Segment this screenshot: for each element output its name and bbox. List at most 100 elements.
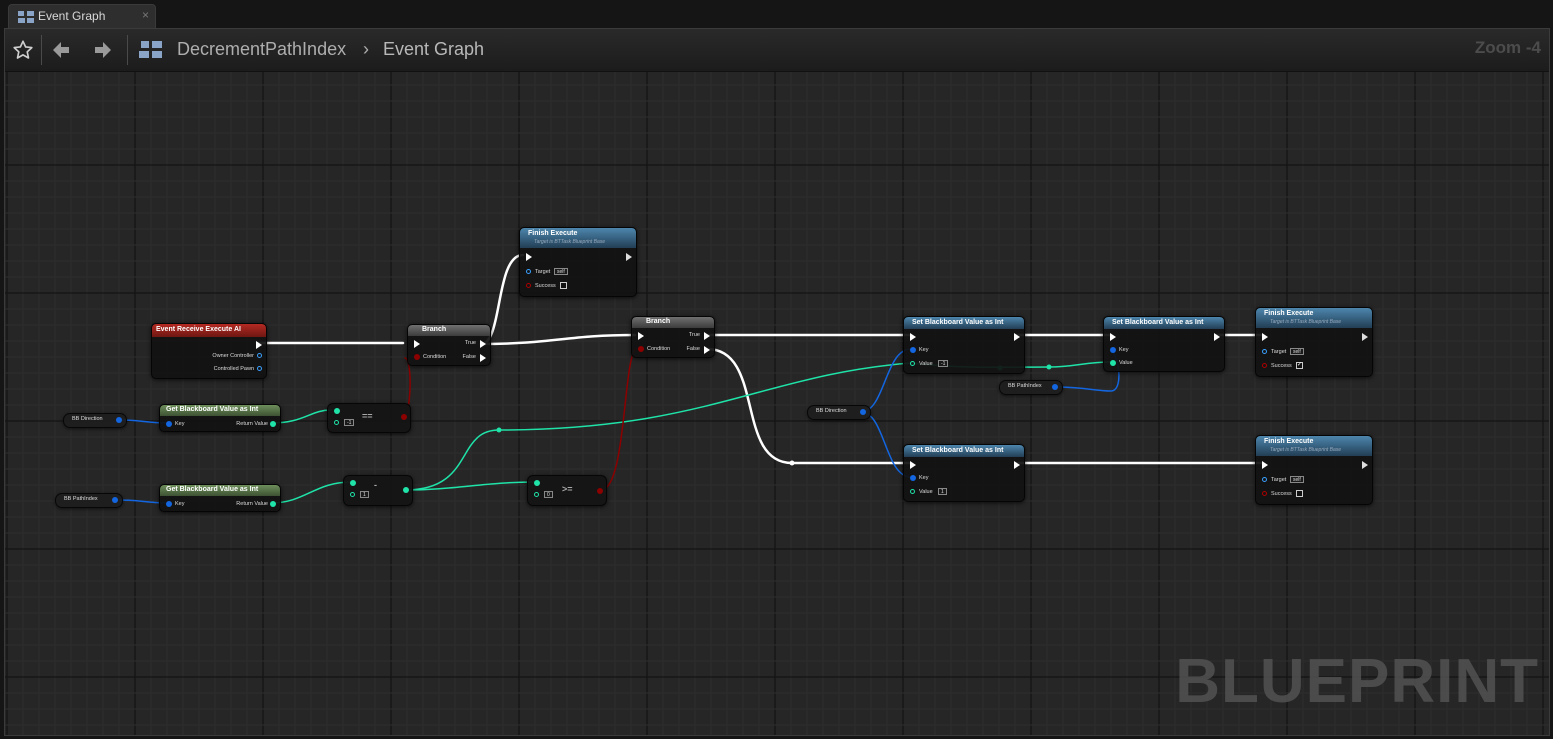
exec-in-pin[interactable]	[1262, 333, 1268, 341]
success-checkbox[interactable]	[1296, 490, 1303, 497]
favorite-star-icon[interactable]	[9, 36, 37, 64]
exec-out-pin[interactable]	[626, 253, 632, 261]
target-pin[interactable]	[526, 269, 531, 274]
condition-pin[interactable]	[638, 346, 644, 352]
b-pin[interactable]	[350, 492, 355, 497]
success-checkbox[interactable]: ✓	[1296, 362, 1303, 369]
b-pin[interactable]	[534, 492, 539, 497]
success-pin[interactable]	[1262, 491, 1267, 496]
graph-panel[interactable]: Event Receive Execute AI Owner Controlle…	[4, 28, 1550, 736]
target-value-box[interactable]: self	[1290, 348, 1304, 355]
node-title: Get Blackboard Value as Int	[166, 406, 259, 413]
pin-label: True	[688, 332, 700, 338]
equal-int-node[interactable]: -1 ==	[327, 403, 411, 433]
exec-out-pin[interactable]	[1362, 333, 1368, 341]
key-pin[interactable]	[910, 347, 916, 353]
target-pin[interactable]	[1262, 349, 1267, 354]
key-pin[interactable]	[166, 421, 172, 427]
finish-execute-node[interactable]: Finish Execute Target is BTTask Blueprin…	[1255, 307, 1373, 377]
exec-out-pin[interactable]	[256, 341, 262, 349]
success-checkbox[interactable]	[560, 282, 567, 289]
false-exec-pin[interactable]	[704, 346, 710, 354]
exec-out-pin[interactable]	[1362, 461, 1368, 469]
variable-out-pin[interactable]	[1052, 384, 1058, 390]
set-blackboard-value-as-int-node[interactable]: Set Blackboard Value as Int Key Value	[1103, 316, 1225, 372]
exec-in-pin[interactable]	[1110, 333, 1116, 341]
branch-node[interactable]: Branch Condition True False	[407, 324, 491, 366]
finish-execute-node[interactable]: Finish Execute Target is BTTask Blueprin…	[519, 227, 637, 297]
exec-in-pin[interactable]	[638, 332, 644, 340]
b-pin[interactable]	[334, 420, 339, 425]
value-pin[interactable]	[910, 361, 915, 366]
exec-in-pin[interactable]	[910, 461, 916, 469]
exec-out-pin[interactable]	[1014, 333, 1020, 341]
pin-label: Condition	[423, 354, 447, 360]
node-title: Set Blackboard Value as Int	[1112, 319, 1204, 326]
node-title: Finish Execute	[1264, 438, 1314, 445]
true-exec-pin[interactable]	[704, 332, 710, 340]
pin-label: Success	[535, 283, 556, 289]
set-blackboard-value-as-int-node[interactable]: Set Blackboard Value as Int Key Value 1	[903, 444, 1025, 502]
result-pin[interactable]	[403, 487, 409, 493]
reroute-knot	[789, 460, 795, 466]
pin-label: Key	[919, 347, 929, 353]
bb-direction-variable[interactable]: BB Direction	[807, 405, 871, 420]
get-blackboard-value-as-int-node[interactable]: Get Blackboard Value as Int Key Return V…	[159, 404, 281, 432]
target-pin[interactable]	[1262, 477, 1267, 482]
greater-equal-int-node[interactable]: 0 >=	[527, 475, 607, 506]
key-pin[interactable]	[1110, 347, 1116, 353]
result-pin[interactable]	[401, 414, 407, 420]
get-blackboard-value-as-int-node[interactable]: Get Blackboard Value as Int Key Return V…	[159, 484, 281, 512]
target-value-box[interactable]: self	[554, 268, 568, 275]
true-exec-pin[interactable]	[480, 340, 486, 348]
forward-arrow-icon[interactable]	[89, 36, 117, 64]
owner-controller-pin[interactable]	[257, 353, 262, 358]
a-pin[interactable]	[534, 480, 540, 486]
success-pin[interactable]	[526, 283, 531, 288]
tab-event-graph[interactable]: Event Graph ×	[8, 4, 156, 28]
pin-label: Return Value	[236, 421, 268, 427]
variable-out-pin[interactable]	[112, 497, 118, 503]
variable-out-pin[interactable]	[860, 409, 866, 415]
exec-in-pin[interactable]	[414, 340, 420, 348]
b-value-box[interactable]: 0	[544, 491, 553, 498]
condition-pin[interactable]	[414, 354, 420, 360]
key-pin[interactable]	[166, 501, 172, 507]
breadcrumb-blueprint[interactable]: DecrementPathIndex	[177, 39, 346, 60]
bb-direction-variable[interactable]: BB Direction	[63, 413, 127, 428]
a-pin[interactable]	[350, 480, 356, 486]
exec-in-pin[interactable]	[526, 253, 532, 261]
back-arrow-icon[interactable]	[47, 36, 75, 64]
variable-out-pin[interactable]	[116, 417, 122, 423]
a-pin[interactable]	[334, 408, 340, 414]
pin-label: Value	[919, 361, 933, 367]
value-box[interactable]: -1	[938, 360, 949, 367]
tab-close-icon[interactable]: ×	[142, 8, 149, 22]
value-pin[interactable]	[1110, 360, 1116, 366]
false-exec-pin[interactable]	[480, 354, 486, 362]
value-pin[interactable]	[910, 489, 915, 494]
controlled-pawn-pin[interactable]	[257, 366, 262, 371]
b-value-box[interactable]: 1	[360, 491, 369, 498]
set-blackboard-value-as-int-node[interactable]: Set Blackboard Value as Int Key Value -1	[903, 316, 1025, 374]
bb-pathindex-variable[interactable]: BB PathIndex	[999, 380, 1063, 395]
exec-out-pin[interactable]	[1214, 333, 1220, 341]
bb-pathindex-variable[interactable]: BB PathIndex	[55, 493, 123, 508]
exec-in-pin[interactable]	[910, 333, 916, 341]
finish-execute-node[interactable]: Finish Execute Target is BTTask Blueprin…	[1255, 435, 1373, 505]
pin-label: Condition	[647, 346, 671, 352]
exec-in-pin[interactable]	[1262, 461, 1268, 469]
exec-out-pin[interactable]	[1014, 461, 1020, 469]
target-value-box[interactable]: self	[1290, 476, 1304, 483]
event-receive-execute-ai-node[interactable]: Event Receive Execute AI Owner Controlle…	[151, 323, 267, 379]
subtract-int-node[interactable]: 1 -	[343, 475, 413, 506]
result-pin[interactable]	[597, 488, 603, 494]
return-value-pin[interactable]	[270, 501, 276, 507]
value-box[interactable]: 1	[938, 488, 947, 495]
key-pin[interactable]	[910, 475, 916, 481]
toolbar-separator	[127, 35, 128, 65]
branch-node[interactable]: Branch Condition True False	[631, 316, 715, 358]
b-value-box[interactable]: -1	[344, 419, 355, 426]
success-pin[interactable]	[1262, 363, 1267, 368]
return-value-pin[interactable]	[270, 421, 276, 427]
